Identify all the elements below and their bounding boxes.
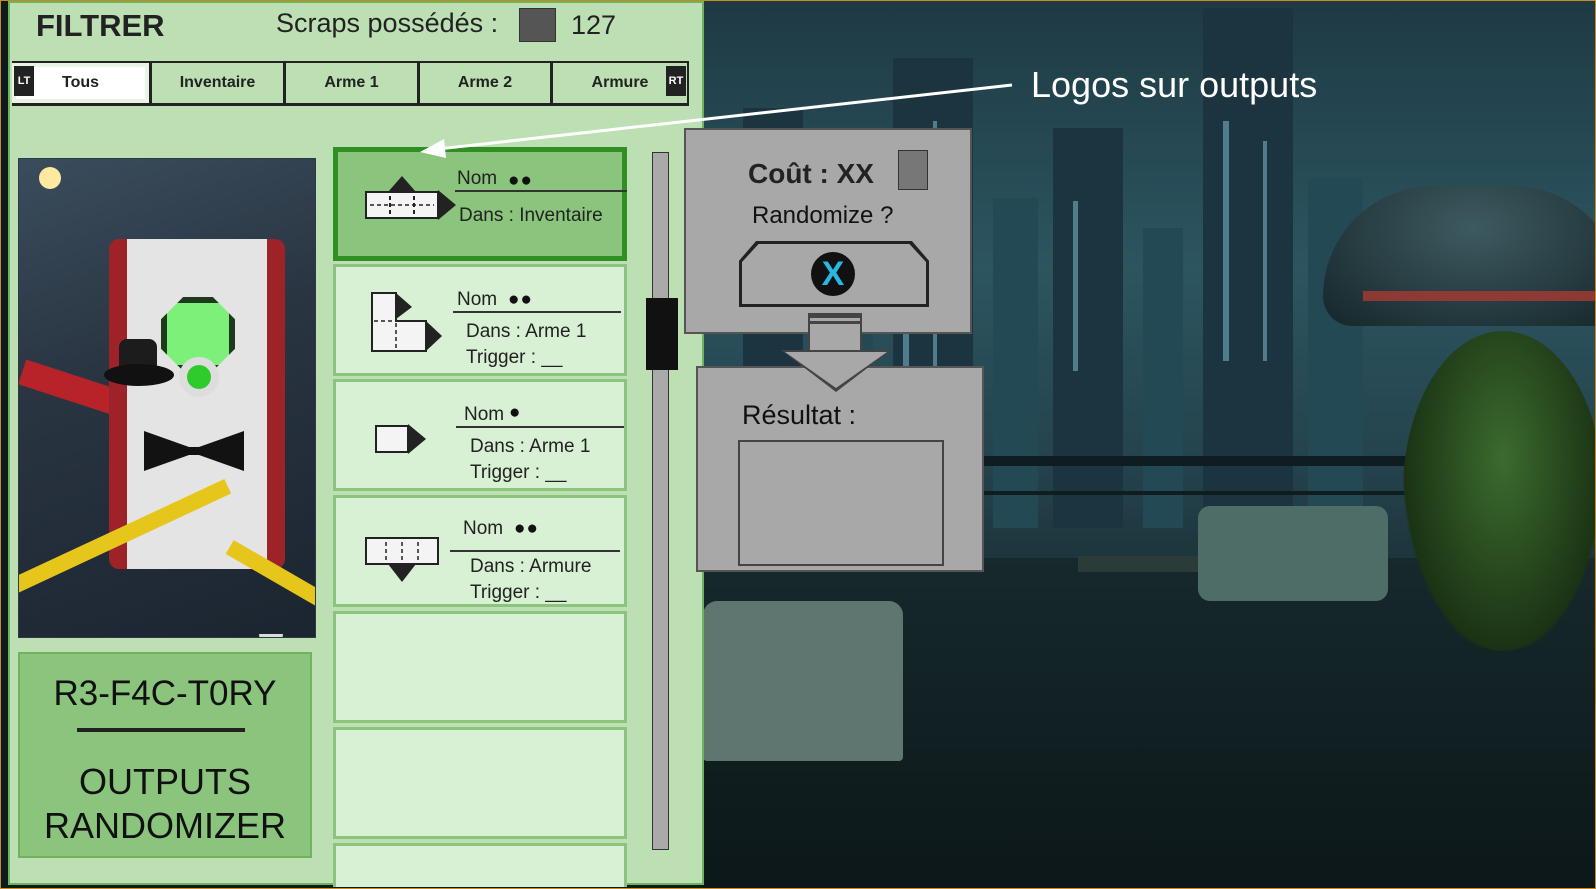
annotation-text: Logos sur outputs (1031, 64, 1318, 105)
annotation-arrow (420, 83, 1013, 158)
